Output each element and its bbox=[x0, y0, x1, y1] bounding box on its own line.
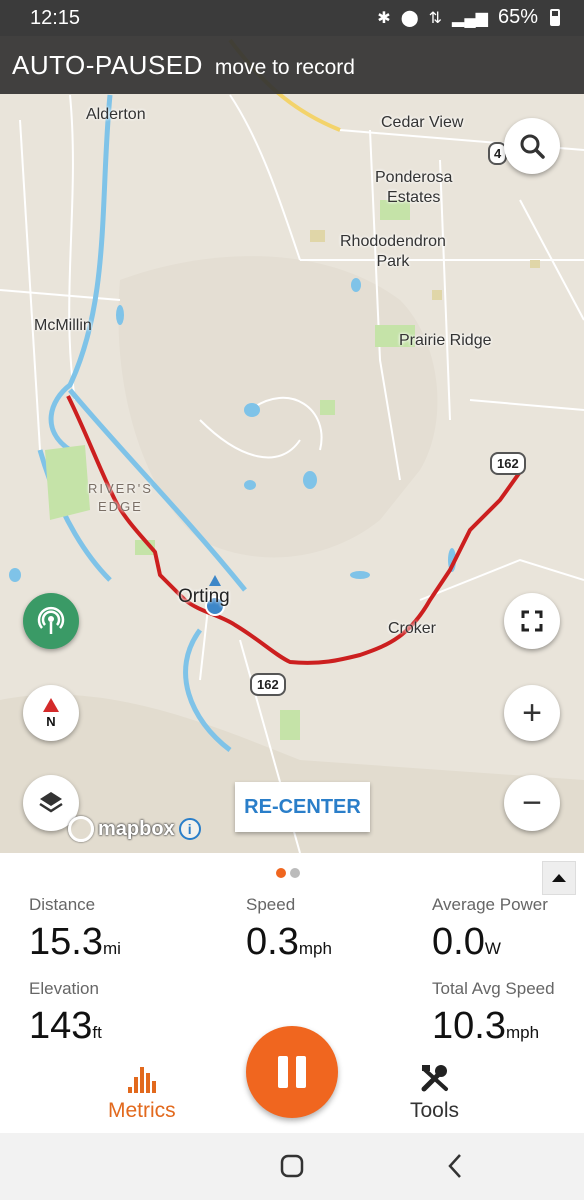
fullscreen-button[interactable] bbox=[504, 593, 560, 649]
metric-name: Average Power bbox=[432, 895, 548, 914]
metric-distance: Distance 15.3mi bbox=[29, 895, 121, 964]
compass-arrow-icon bbox=[43, 697, 59, 712]
pause-icon-bar-left bbox=[278, 1056, 288, 1088]
plus-icon: + bbox=[522, 694, 542, 732]
metric-value: 10.3 bbox=[432, 1005, 506, 1047]
metric-elevation: Elevation 143ft bbox=[29, 979, 102, 1048]
map-label-rivers-edge: RIVER'S EDGE bbox=[88, 481, 153, 514]
map-label-orting: Orting bbox=[178, 586, 230, 607]
metric-unit: ft bbox=[92, 1023, 102, 1042]
nav-tools-label: Tools bbox=[410, 1099, 460, 1122]
auto-pause-banner: AUTO-PAUSED move to record bbox=[0, 36, 584, 94]
battery-icon bbox=[550, 9, 560, 26]
metric-value: 15.3 bbox=[29, 921, 103, 963]
data-saver-icon: ⇅ bbox=[428, 9, 443, 27]
broadcast-icon bbox=[37, 606, 65, 634]
metric-name: Elevation bbox=[29, 979, 99, 998]
metric-unit: mph bbox=[298, 939, 332, 958]
recenter-button[interactable]: RE-CENTER bbox=[235, 782, 370, 832]
nav-metrics-label: Metrics bbox=[108, 1099, 176, 1122]
map-canvas bbox=[0, 38, 584, 853]
location-icon: ⬤ bbox=[400, 9, 419, 27]
battery-percent: 65% bbox=[497, 6, 538, 28]
metric-average-power: Average Power 0.0W bbox=[432, 895, 548, 964]
system-nav-icons bbox=[280, 1154, 461, 1178]
mapbox-attribution: mapbox i bbox=[68, 816, 201, 842]
status-bar: 12:15 ✱ ⬤ ⇅ ▂▄▆ 65% bbox=[0, 0, 584, 36]
collapse-panel-button[interactable] bbox=[542, 861, 576, 895]
route-shield-162-east: 162 bbox=[490, 452, 526, 475]
home-icon[interactable] bbox=[280, 1154, 304, 1178]
metric-value: 143 bbox=[29, 1005, 93, 1047]
minus-icon: − bbox=[522, 784, 542, 822]
bar-chart-icon bbox=[127, 1067, 156, 1093]
metric-value: 0.3 bbox=[246, 921, 299, 963]
map-label-rhododendron-park: Rhododendron Park bbox=[340, 233, 446, 270]
zoom-in-button[interactable]: + bbox=[504, 685, 560, 741]
metric-name: Speed bbox=[246, 895, 296, 914]
metric-name: Distance bbox=[29, 895, 96, 914]
auto-pause-status: AUTO-PAUSED bbox=[12, 49, 203, 80]
metric-unit: mph bbox=[505, 1023, 540, 1042]
metric-total-avg-speed: Total Avg Speed 10.3mph bbox=[432, 979, 555, 1048]
page-dot-inactive bbox=[290, 868, 300, 878]
status-time: 12:15 bbox=[30, 7, 81, 29]
fullscreen-icon bbox=[521, 610, 543, 632]
mapbox-logo-icon bbox=[68, 816, 94, 842]
metric-value: 0.0 bbox=[432, 921, 485, 963]
compass-button[interactable]: N bbox=[23, 685, 79, 741]
back-icon[interactable] bbox=[448, 1154, 461, 1178]
metric-unit: W bbox=[484, 939, 501, 958]
metric-unit: mi bbox=[102, 939, 121, 958]
map-label-prairie-ridge: Prairie Ridge bbox=[399, 332, 492, 349]
metric-speed: Speed 0.3mph bbox=[246, 895, 332, 964]
live-track-button[interactable] bbox=[23, 593, 79, 649]
layers-icon bbox=[39, 792, 63, 813]
info-icon[interactable]: i bbox=[178, 818, 201, 840]
map-label-alderton: Alderton bbox=[86, 106, 146, 123]
map-search-button[interactable] bbox=[504, 118, 560, 174]
auto-pause-hint: move to record bbox=[214, 55, 355, 79]
pause-icon-bar-right bbox=[296, 1056, 306, 1088]
metric-name: Total Avg Speed bbox=[432, 979, 555, 998]
page-indicator bbox=[276, 868, 300, 878]
page-dot-active bbox=[276, 868, 286, 878]
signal-icon: ▂▄▆ bbox=[452, 9, 488, 27]
map-label-cedar-view: Cedar View bbox=[381, 114, 464, 131]
zoom-out-button[interactable]: − bbox=[504, 775, 560, 831]
nav-metrics-tab[interactable]: Metrics bbox=[108, 1063, 176, 1123]
bluetooth-icon: ✱ bbox=[377, 9, 391, 27]
system-navigation-bar bbox=[0, 1133, 584, 1200]
nav-tools-tab[interactable]: Tools bbox=[410, 1063, 459, 1123]
compass-label: N bbox=[46, 713, 56, 729]
search-icon bbox=[520, 134, 545, 159]
tools-icon bbox=[421, 1065, 448, 1092]
map-label-ponderosa-estates: Ponderosa Estates bbox=[375, 169, 453, 206]
pause-button[interactable] bbox=[246, 1026, 338, 1118]
mapbox-wordmark: mapbox bbox=[98, 817, 175, 840]
map-view[interactable]: Alderton Cedar View Ponderosa Estates Rh… bbox=[0, 0, 584, 853]
route-shield-162-south: 162 bbox=[250, 673, 286, 696]
map-label-croker: Croker bbox=[388, 620, 437, 637]
map-label-mcmillin: McMillin bbox=[34, 317, 92, 334]
